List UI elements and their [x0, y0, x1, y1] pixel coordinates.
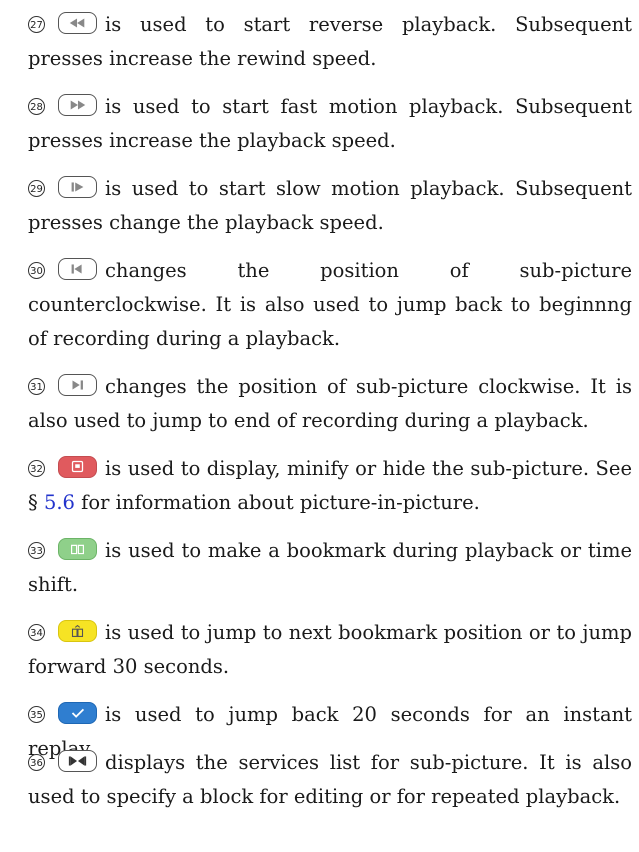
list-item: 27 is used to start reverse playback. Su…: [28, 8, 632, 76]
list-item: 32 is used to display, minify or hide th…: [28, 452, 632, 520]
list-item: 31 changes the position of sub-picture c…: [28, 370, 632, 438]
list-item: 29 is used to start slow motion playback…: [28, 172, 632, 240]
item-number: 28: [28, 98, 45, 115]
item-text: is used to start fast motion playback. S…: [28, 95, 632, 152]
skip-forward-icon: [58, 374, 97, 396]
list-item: 30 changes the position of sub-picture c…: [28, 254, 632, 356]
red-button-icon: [58, 456, 97, 478]
item-text: changes the position of sub-picture cloc…: [28, 375, 632, 432]
item-text: changes the position of sub-picture coun…: [28, 259, 632, 350]
item-number: 30: [28, 262, 45, 279]
fast-forward-icon: [58, 94, 97, 116]
green-bookmark-icon: [58, 538, 97, 560]
item-text: displays the services list for sub-pictu…: [28, 751, 632, 808]
item-number: 36: [28, 754, 45, 771]
item-text: is used to make a bookmark during playba…: [28, 539, 632, 596]
skip-back-icon: [58, 258, 97, 280]
manual-page: 27 is used to start reverse playback. Su…: [0, 0, 639, 852]
item-number: 31: [28, 378, 45, 395]
item-number: 32: [28, 460, 45, 477]
item-text: is used to start slow motion playback. S…: [28, 177, 632, 234]
list-item: 33 is used to make a bookmark during pla…: [28, 534, 632, 602]
item-number: 34: [28, 624, 45, 641]
item-number: 35: [28, 706, 45, 723]
list-item: 28 is used to start fast motion playback…: [28, 90, 632, 158]
blue-check-icon: [58, 702, 97, 724]
item-text-after: for information about picture-in-picture…: [74, 491, 480, 514]
item-number: 33: [28, 542, 45, 559]
block-edit-icon: [58, 750, 97, 772]
list-item: 36 displays the services list for sub-pi…: [28, 746, 632, 814]
slow-motion-icon: [58, 176, 97, 198]
item-text: is used to start reverse playback. Subse…: [28, 13, 632, 70]
section-link[interactable]: 5.6: [44, 491, 75, 514]
list-item: 34 is used to jump to next bookmark posi…: [28, 616, 632, 684]
yellow-bookmark-icon: [58, 620, 97, 642]
rewind-icon: [58, 12, 97, 34]
item-number: 29: [28, 180, 45, 197]
item-number: 27: [28, 16, 45, 33]
item-text: is used to jump to next bookmark positio…: [28, 621, 632, 678]
